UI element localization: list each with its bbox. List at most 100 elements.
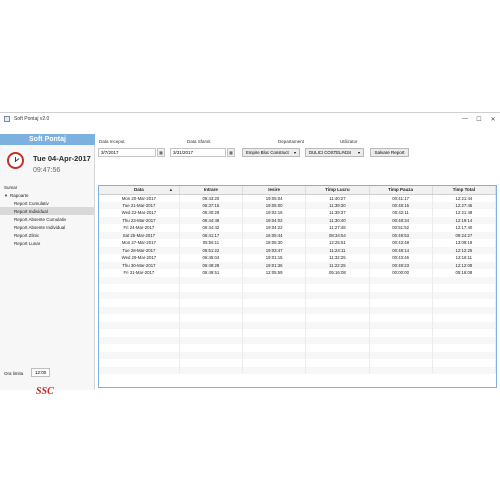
- table-cell: 11:39:37: [305, 209, 370, 217]
- clock-icon: [7, 152, 24, 169]
- close-icon[interactable]: ✕: [486, 113, 500, 125]
- expand-triangle-icon[interactable]: ▼: [4, 193, 8, 198]
- nav-item-report-cumulativ[interactable]: Report Cumulativ: [0, 199, 95, 207]
- table-cell: 06:51:22: [179, 246, 244, 254]
- table-row[interactable]: Sat 25-Mar-2017 06:41:17 16:05:44 08:34:54 0…: [99, 231, 496, 239]
- table-row[interactable]: Mon 27-Mar-2017 05:56:11 18:05:30 12:25:51 0…: [99, 239, 496, 247]
- nav-item-report-absente-cumulativ[interactable]: Report Absente Cumulativ: [0, 215, 95, 223]
- table-cell: 00:48:14: [369, 246, 433, 254]
- report-table: Data ▲ Intrare Iesire Timp Lucru Timp Pau…: [98, 185, 497, 388]
- table-cell: 00:41:17: [369, 194, 433, 202]
- table-cell: 12:25:51: [305, 239, 370, 247]
- table-cell: 11:39:30: [305, 201, 370, 209]
- chevron-down-icon: ▾: [357, 150, 360, 155]
- calendar-icon[interactable]: ▦: [157, 148, 165, 157]
- nav-item-report-absente-individual[interactable]: Report Absente Individual: [0, 223, 95, 231]
- table-row[interactable]: Tue 21-Mar-2017 06:37:15 19:05:00 11:39:30 0…: [99, 201, 496, 209]
- empty-table-row: [99, 306, 496, 314]
- utilizator-dropdown[interactable]: DULICI COSTEL#434 ▾: [305, 148, 364, 157]
- table-cell: 00:49:23: [369, 261, 433, 269]
- brand-title: Soft Pontaj: [0, 134, 95, 145]
- nav-tree: Sumar ▼ Rapoarte Report Cumulativ Report …: [0, 183, 95, 247]
- table-row[interactable]: Tue 28-Mar-2017 06:51:22 19:03:47 11:24:11 0…: [99, 246, 496, 254]
- empty-table-row: [99, 284, 496, 292]
- nav-item-report-zilnic[interactable]: Report Zilnic: [0, 231, 95, 239]
- maximize-icon[interactable]: ☐: [472, 113, 486, 125]
- table-cell: 12:16:11: [432, 254, 496, 262]
- table-cell: 11:32:25: [305, 254, 370, 262]
- empty-table-row: [99, 336, 496, 344]
- salvare-report-button[interactable]: Salvare Report: [370, 148, 409, 157]
- column-header-intrare[interactable]: Intrare: [179, 186, 244, 195]
- empty-table-row: [99, 321, 496, 329]
- table-row[interactable]: Thu 30-Mar-2017 06:49:28 19:01:36 11:22:25 0…: [99, 261, 496, 269]
- table-cell: 19:01:15: [242, 254, 307, 262]
- table-row[interactable]: Wed 22-Mar-2017 06:40:28 19:02:16 11:39:37 0…: [99, 209, 496, 217]
- table-cell: Wed 22-Mar-2017: [99, 209, 180, 217]
- table-cell: 00:51:52: [369, 224, 433, 232]
- table-cell: 06:44:42: [179, 224, 244, 232]
- table-cell: 11:22:25: [305, 261, 370, 269]
- empty-table-row: [99, 276, 496, 284]
- table-cell: 12:21:48: [432, 209, 496, 217]
- table-cell: Fri 31-Mar-2017: [99, 269, 180, 277]
- table-cell: 19:01:36: [242, 261, 307, 269]
- table-cell: 06:40:28: [179, 209, 244, 217]
- table-cell: 19:05:04: [242, 194, 307, 202]
- column-header-iesire[interactable]: Iesire: [242, 186, 307, 195]
- table-cell: 05:16:08: [305, 269, 370, 277]
- empty-table-row: [99, 329, 496, 337]
- ora-limita-input[interactable]: 12:00: [31, 368, 50, 377]
- empty-table-row: [99, 344, 496, 352]
- table-cell: 19:04:02: [242, 216, 307, 224]
- table-cell: 19:04:22: [242, 224, 307, 232]
- nav-item-sumar[interactable]: Sumar: [0, 183, 95, 191]
- minimize-icon[interactable]: —: [458, 113, 472, 125]
- empty-table-row: [99, 299, 496, 307]
- data-inceput-field[interactable]: 3/7/2017: [98, 148, 156, 157]
- table-row[interactable]: Thu 23-Mar-2017 06:44:48 19:04:02 11:30:40 0…: [99, 216, 496, 224]
- table-cell: 19:05:00: [242, 201, 307, 209]
- table-cell: 06:49:28: [179, 261, 244, 269]
- nav-item-rapoarte[interactable]: ▼ Rapoarte: [0, 191, 95, 199]
- table-cell: 06:49:51: [179, 269, 244, 277]
- column-header-timp-pauza[interactable]: Timp Pauza: [369, 186, 433, 195]
- window-title: Soft Pontaj v2.0: [14, 116, 50, 122]
- table-cell: 00:00:00: [369, 269, 433, 277]
- table-cell: 00:48:15: [369, 201, 433, 209]
- nav-item-report-individual[interactable]: Report Individual: [0, 207, 95, 215]
- company-logo: SSC: [36, 386, 54, 397]
- data-sfarsit-field[interactable]: 3/31/2017: [170, 148, 226, 157]
- table-cell: 11:30:40: [305, 216, 370, 224]
- table-cell: Tue 21-Mar-2017: [99, 201, 180, 209]
- chevron-down-icon: ▾: [293, 150, 296, 155]
- current-date: Tue 04-Apr-2017: [33, 154, 91, 163]
- table-row[interactable]: Wed 29-Mar-2017 06:45:04 19:01:15 11:32:25 0…: [99, 254, 496, 262]
- table-cell: 16:05:44: [242, 231, 307, 239]
- departament-label: Departament: [278, 139, 305, 144]
- column-header-data[interactable]: Data ▲: [99, 186, 180, 195]
- table-cell: 12:19:14: [432, 216, 496, 224]
- empty-table-row: [99, 291, 496, 299]
- table-cell: 11:27:48: [305, 224, 370, 232]
- table-cell: 12:21:44: [432, 194, 496, 202]
- departament-dropdown[interactable]: Empire Bloc Construct ▾: [242, 148, 300, 157]
- table-row[interactable]: Fri 24-Mar-2017 06:44:42 19:04:22 11:27:48 0…: [99, 224, 496, 232]
- column-header-timp-total[interactable]: Timp Total: [432, 186, 496, 195]
- table-cell: 18:05:30: [242, 239, 307, 247]
- data-sfarsit-label: Data Sfarsit: [187, 139, 211, 144]
- table-cell: 12:12:08: [432, 261, 496, 269]
- table-row[interactable]: Fri 31-Mar-2017 06:49:51 12:05:59 05:16:08 0…: [99, 269, 496, 277]
- table-cell: 06:41:17: [179, 231, 244, 239]
- table-cell: 19:02:16: [242, 209, 307, 217]
- table-header-row: Data ▲ Intrare Iesire Timp Lucru Timp Pau…: [99, 186, 496, 195]
- table-cell: 08:34:54: [305, 231, 370, 239]
- calendar-icon[interactable]: ▦: [227, 148, 235, 157]
- column-header-timp-lucru[interactable]: Timp Lucru: [305, 186, 370, 195]
- table-row[interactable]: Mon 20-Mar-2017 06:43:20 19:05:04 11:40:27 0…: [99, 194, 496, 202]
- table-cell: Mon 20-Mar-2017: [99, 194, 180, 202]
- empty-table-row: [99, 351, 496, 359]
- table-cell: Sat 25-Mar-2017: [99, 231, 180, 239]
- nav-item-report-lunar[interactable]: Report Lunar: [0, 239, 95, 247]
- table-cell: 19:03:47: [242, 246, 307, 254]
